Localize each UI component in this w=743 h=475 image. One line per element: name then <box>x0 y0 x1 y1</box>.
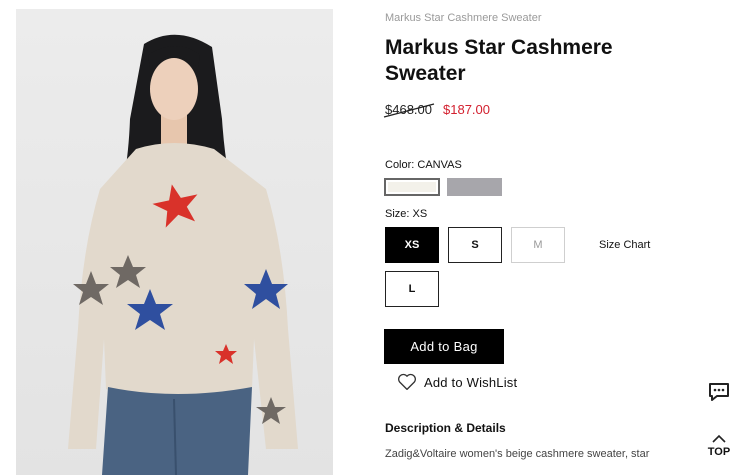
wishlist-label: Add to WishList <box>424 374 518 390</box>
chat-icon[interactable] <box>707 380 731 409</box>
strikethrough-mark <box>383 103 435 118</box>
product-title: Markus Star Cashmere Sweater <box>385 36 613 85</box>
color-label: Color: CANVAS <box>385 159 462 171</box>
size-option-m[interactable]: M <box>511 227 565 263</box>
color-swatch-canvas[interactable] <box>384 178 440 196</box>
breadcrumb[interactable]: Markus Star Cashmere Sweater <box>385 12 542 24</box>
size-option-xs[interactable]: XS <box>385 227 439 263</box>
size-option-l[interactable]: L <box>385 271 439 307</box>
swatch-fill <box>388 182 436 192</box>
top-label: TOP <box>707 446 731 458</box>
size-option-s[interactable]: S <box>448 227 502 263</box>
sale-price: $187.00 <box>443 102 490 117</box>
product-image[interactable] <box>16 9 333 475</box>
color-swatch-grey[interactable] <box>447 178 502 196</box>
size-label: Size: XS <box>385 208 428 220</box>
description-heading[interactable]: Description & Details <box>385 421 506 435</box>
size-chart-link[interactable]: Size Chart <box>599 239 650 251</box>
chevron-up-icon <box>712 434 726 443</box>
heart-icon <box>398 373 416 391</box>
description-text: Zadig&Voltaire women's beige cashmere sw… <box>385 448 650 460</box>
add-to-wishlist-button[interactable]: Add to WishList <box>397 373 517 391</box>
back-to-top-button[interactable]: TOP <box>704 430 734 458</box>
add-to-bag-button[interactable]: Add to Bag <box>384 329 504 364</box>
